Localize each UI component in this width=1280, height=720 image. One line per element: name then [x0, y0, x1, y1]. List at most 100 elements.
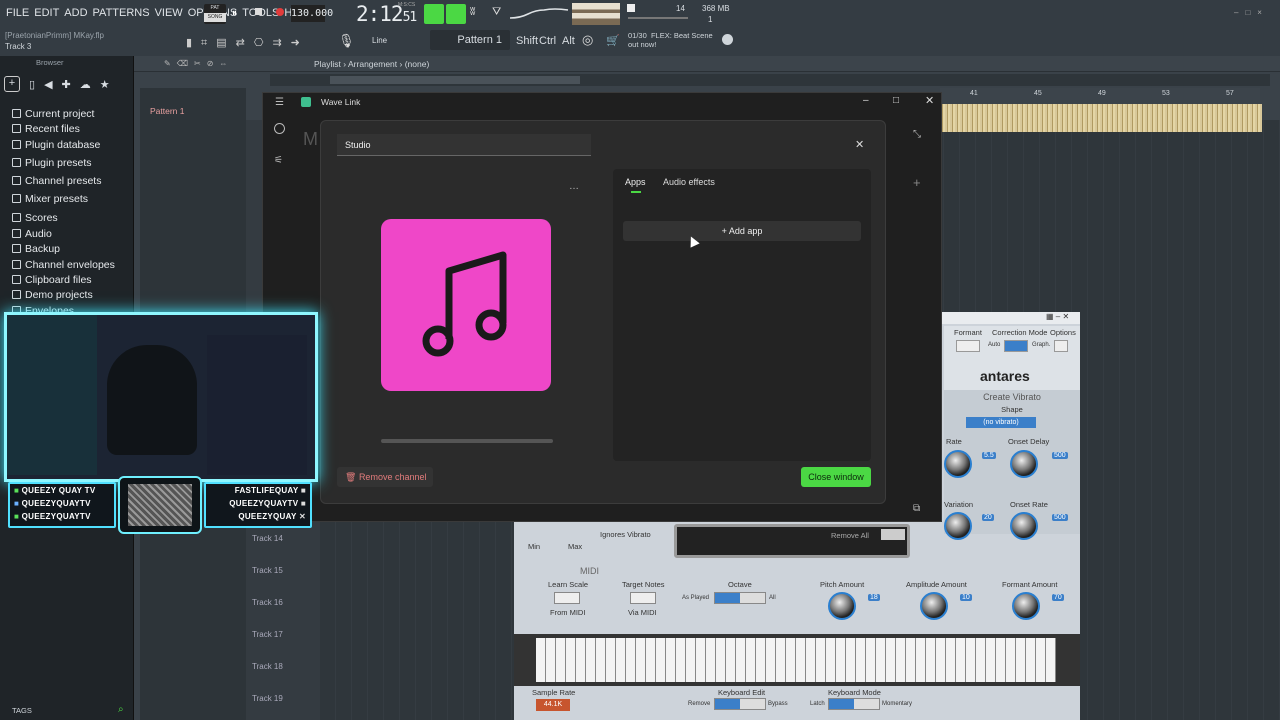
browser-item-plugin-database[interactable]: Plugin database: [0, 138, 133, 153]
tab-apps[interactable]: Apps: [625, 177, 646, 187]
learn-scale-button[interactable]: [554, 592, 580, 604]
wave-icon[interactable]: ʬ: [470, 6, 475, 18]
tool-icons[interactable]: ▮⌗▤⇄⎔⇉➜: [186, 36, 309, 50]
browser-item-label: Audio: [25, 228, 52, 241]
collapse-icon[interactable]: ⤡: [913, 129, 921, 140]
headphones-icon[interactable]: ◎: [582, 32, 593, 48]
variation-knob[interactable]: [944, 512, 972, 540]
pattern-item[interactable]: Pattern 1: [150, 106, 185, 116]
metronome-icon[interactable]: ⛛: [492, 6, 501, 19]
audio-clip[interactable]: [940, 104, 1262, 132]
search-icon[interactable]: ⌕: [118, 704, 124, 715]
amplitude-amount-knob[interactable]: [920, 592, 948, 620]
track-name[interactable]: Track 16: [252, 598, 283, 607]
browser-item-mixer-presets[interactable]: Mixer presets: [0, 192, 133, 207]
menu-view[interactable]: VIEW: [155, 7, 183, 19]
pattern-selector[interactable]: Pattern 1: [430, 30, 510, 50]
more-options-icon[interactable]: …: [569, 181, 579, 192]
octave-switch[interactable]: [714, 592, 766, 604]
minimize-button[interactable]: –: [863, 95, 869, 106]
close-button[interactable]: ✕: [925, 94, 934, 107]
track-name[interactable]: Track 17: [252, 630, 283, 639]
onset-delay-knob[interactable]: [1010, 450, 1038, 478]
star-icon[interactable]: ★: [100, 78, 110, 91]
playlist-ruler[interactable]: 41 45 49 53 57: [940, 88, 1260, 100]
record-icon[interactable]: [276, 8, 284, 16]
playlist-scrollbar[interactable]: [270, 74, 1270, 86]
shift-key[interactable]: Shift: [516, 35, 538, 47]
channel-icon-tile[interactable]: [381, 219, 551, 391]
keyboard-mode-switch[interactable]: [828, 698, 880, 710]
mic-icon[interactable]: 🎙: [338, 33, 355, 49]
menu-add[interactable]: ADD: [64, 7, 87, 19]
tab-audio-effects[interactable]: Audio effects: [663, 177, 715, 187]
dialog-close-icon[interactable]: ✕: [855, 138, 864, 151]
info-icon[interactable]: [274, 123, 285, 134]
pat-song-toggle[interactable]: PAT SONG: [204, 4, 226, 24]
speaker-icon[interactable]: ◀: [44, 78, 52, 91]
browser-item-scores[interactable]: Scores: [0, 211, 133, 226]
plugin-icon[interactable]: ✚: [62, 78, 71, 91]
ruler-mark: 53: [1162, 90, 1170, 97]
ctrl-key[interactable]: Ctrl: [539, 35, 556, 47]
playlist-breadcrumb[interactable]: Playlist › Arrangement › (none): [314, 59, 429, 69]
close-window-button[interactable]: Close window: [801, 467, 871, 487]
typing-keyboard-button[interactable]: [446, 4, 466, 24]
browser-item-backup[interactable]: Backup: [0, 242, 133, 257]
browser-item-clipboard-files[interactable]: Clipboard files: [0, 273, 133, 288]
window-controls[interactable]: –□×: [1234, 8, 1269, 17]
track-name[interactable]: Track 15: [252, 566, 283, 575]
hamburger-icon[interactable]: ☰: [275, 97, 284, 108]
browser-item-channel-presets[interactable]: Channel presets: [0, 174, 133, 189]
snap-green-button[interactable]: [424, 4, 444, 24]
pause-icon[interactable]: ⏸: [232, 8, 237, 19]
pitch-amount-knob[interactable]: [828, 592, 856, 620]
rate-knob[interactable]: [944, 450, 972, 478]
plugin-controls[interactable]: ▦ – ✕: [1046, 312, 1069, 321]
add-icon[interactable]: +: [4, 76, 20, 92]
formant-amount-knob[interactable]: [1012, 592, 1040, 620]
master-volume-slider[interactable]: [628, 17, 688, 19]
playlist-scroll-thumb[interactable]: [330, 76, 580, 84]
remove-all-button[interactable]: [881, 529, 905, 540]
track-name[interactable]: Track 14: [252, 534, 283, 543]
track-name[interactable]: Track 19: [252, 694, 283, 703]
menu-edit[interactable]: EDIT: [34, 7, 59, 19]
onset-rate-knob[interactable]: [1010, 512, 1038, 540]
add-mix-icon[interactable]: +: [913, 175, 921, 190]
browser-item-channel-envelopes[interactable]: Channel envelopes: [0, 258, 133, 273]
alt-key[interactable]: Alt: [562, 35, 575, 47]
cart-icon[interactable]: 🛒: [606, 34, 620, 47]
browser-item-current-project[interactable]: Current project: [0, 107, 133, 122]
tempo-display[interactable]: 130.000: [291, 5, 333, 22]
playlist-tools[interactable]: ✎⌫✂⊘⇔: [164, 59, 233, 68]
cloud-icon[interactable]: ☁: [80, 78, 91, 91]
sample-rate-select[interactable]: 44.1K: [536, 699, 570, 711]
browser-item-plugin-presets[interactable]: Plugin presets: [0, 156, 133, 171]
tags-label[interactable]: TAGS: [12, 706, 32, 715]
stop-icon[interactable]: [255, 8, 262, 15]
browser-item-recent-files[interactable]: Recent files: [0, 122, 133, 137]
add-app-button[interactable]: + Add app: [623, 221, 861, 241]
vibrato-shape-select[interactable]: (no vibrato): [966, 417, 1036, 428]
options-button[interactable]: [1054, 340, 1068, 352]
browser-item-audio[interactable]: Audio: [0, 227, 133, 242]
formant-button[interactable]: [956, 340, 980, 352]
maximize-button[interactable]: □: [893, 95, 899, 106]
browser-item-demo-projects[interactable]: Demo projects: [0, 288, 133, 303]
globe-icon[interactable]: [722, 34, 733, 45]
file-icon[interactable]: ▯: [29, 78, 35, 91]
layers-icon[interactable]: ⧉: [913, 503, 920, 514]
menu-patterns[interactable]: PATTERNS: [93, 7, 150, 19]
correction-mode-switch[interactable]: [1004, 340, 1028, 352]
mixer-icon[interactable]: ⚟: [274, 155, 283, 166]
line-mode[interactable]: Line: [372, 36, 387, 45]
piano-keyboard[interactable]: [536, 638, 1056, 682]
keyboard-edit-switch[interactable]: [714, 698, 766, 710]
target-notes-button[interactable]: [630, 592, 656, 604]
track-name[interactable]: Track 18: [252, 662, 283, 671]
remove-channel-button[interactable]: 🗑 Remove channel: [337, 467, 433, 487]
menu-file[interactable]: FILE: [6, 7, 29, 19]
channel-name-input[interactable]: Studio: [337, 134, 591, 156]
hint-panel[interactable]: 01/30 FLEX: Beat Scene out now!: [628, 31, 713, 49]
